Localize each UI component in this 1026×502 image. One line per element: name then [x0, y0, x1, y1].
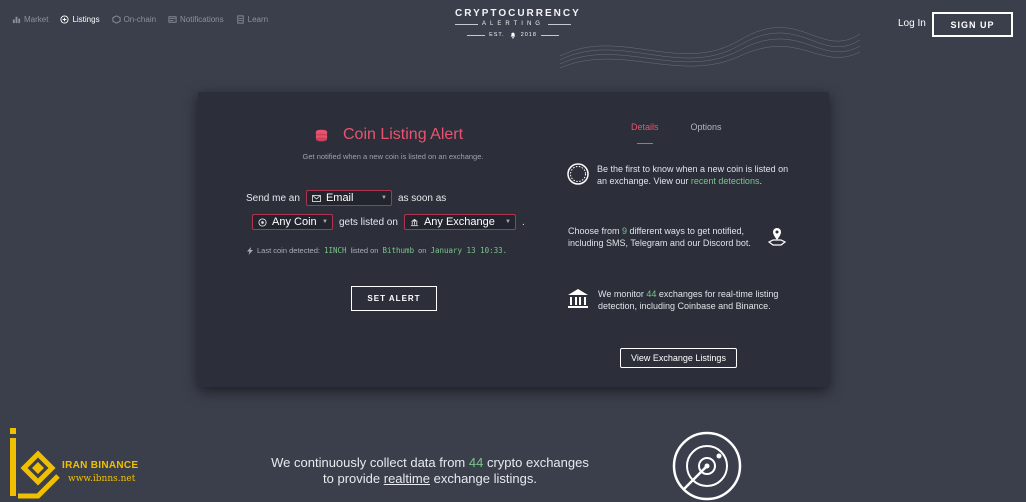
- tagline-text: exchange listings.: [430, 471, 537, 486]
- coin-select[interactable]: Any Coin ▼: [252, 214, 333, 230]
- bar-chart-icon: [12, 16, 21, 24]
- tagline-line1: We continuously collect data from 44 cry…: [220, 455, 640, 471]
- exchange-select-value: Any Exchange: [423, 216, 495, 228]
- tagline-line2: to provide realtime exchange listings.: [220, 471, 640, 487]
- bank-building-icon: [568, 289, 588, 308]
- alert-sentence-line1: Send me an Email ▼ as soon as: [246, 190, 446, 206]
- feature-text-end: .: [759, 176, 762, 186]
- nav-item-label: Notifications: [180, 15, 224, 24]
- details-tabs: Details Options: [631, 122, 722, 144]
- page-subtitle: Get notified when a new coin is listed o…: [302, 152, 484, 161]
- realtime-link[interactable]: realtime: [384, 471, 430, 486]
- map-pin-icon: [767, 228, 787, 246]
- last-coin[interactable]: 1INCH: [324, 246, 347, 255]
- last-time: January 13 10:33.: [430, 246, 508, 255]
- coin-stack-icon: [315, 129, 328, 141]
- feature-text: We monitor: [598, 289, 647, 299]
- radar-icon: [672, 431, 742, 501]
- nav-item-onchain[interactable]: On-chain: [112, 15, 156, 24]
- iran-binance-logo: [10, 428, 60, 499]
- page-title: Coin Listing Alert: [343, 126, 464, 143]
- sentence-text: as soon as: [397, 192, 447, 204]
- feature-notify-ways: Choose from 9 different ways to get noti…: [568, 225, 763, 249]
- message-icon: [168, 16, 177, 23]
- view-exchange-listings-button[interactable]: View Exchange Listings: [620, 348, 737, 368]
- sentence-period: .: [521, 216, 525, 228]
- top-navbar: Market Listings On-chain Notifications L…: [0, 0, 1026, 69]
- nav-item-label: Learn: [247, 15, 269, 24]
- brand-est-row: EST. 2018: [455, 31, 571, 39]
- nav-item-label: Market: [24, 15, 49, 24]
- set-alert-button[interactable]: SET ALERT: [351, 286, 437, 311]
- chevron-down-icon: ▼: [380, 195, 387, 201]
- feature-monitor-exchanges: We monitor 44 exchanges for real-time li…: [598, 288, 798, 312]
- tagline-text: crypto exchanges: [483, 455, 589, 470]
- nav-item-label: Listings: [72, 15, 100, 24]
- nav-item-notifications[interactable]: Notifications: [168, 15, 224, 24]
- nav-item-label: On-chain: [123, 15, 157, 24]
- method-select[interactable]: Email ▼: [305, 190, 392, 206]
- title-row: Coin Listing Alert: [314, 126, 463, 144]
- document-icon: [236, 15, 244, 24]
- on-text: on: [418, 246, 427, 255]
- exchange-count-bottom: 44: [468, 455, 484, 470]
- alert-card: Coin Listing Alert Get notified when a n…: [198, 92, 829, 387]
- last-detected-label: Last coin detected:: [257, 246, 320, 255]
- tagline-text: to provide: [323, 471, 384, 486]
- coin-select-value: Any Coin: [272, 216, 317, 228]
- nav-item-market[interactable]: Market: [12, 15, 48, 24]
- nav-item-learn[interactable]: Learn: [236, 15, 268, 24]
- feature-first-to-know: Be the first to know when a new coin is …: [597, 163, 797, 187]
- bell-icon: [510, 32, 516, 39]
- brand-subtitle-row: ALERTING: [455, 21, 571, 27]
- listed-on-text: listed on: [350, 246, 379, 255]
- bottom-tagline: We continuously collect data from 44 cry…: [220, 455, 640, 487]
- last-detected-info: Last coin detected: 1INCH listed on Bith…: [247, 246, 507, 255]
- cube-icon: [112, 15, 121, 24]
- watermark-url: www.ibnns.net: [68, 474, 136, 484]
- decorative-waves: [560, 27, 860, 69]
- brand-logo[interactable]: CRYPTOCURRENCY ALERTING EST. 2018: [455, 8, 581, 39]
- tagline-text: We continuously collect data from: [271, 455, 469, 470]
- plus-circle-icon: [60, 15, 70, 24]
- brand-year: 2018: [520, 32, 537, 38]
- signup-button[interactable]: SIGN UP: [932, 12, 1013, 37]
- recent-detections-link[interactable]: recent detections: [691, 176, 760, 186]
- chevron-down-icon: ▼: [504, 219, 511, 225]
- nav-links: Market Listings On-chain Notifications L…: [12, 15, 268, 24]
- alert-sentence-line2: Any Coin ▼ gets listed on Any Exchange ▼…: [252, 214, 525, 230]
- brand-subtitle: ALERTING: [482, 21, 544, 27]
- bank-icon: [410, 218, 419, 226]
- tab-details[interactable]: Details: [631, 122, 659, 144]
- last-exchange[interactable]: Bithumb: [382, 246, 414, 255]
- nav-item-listings[interactable]: Listings: [60, 15, 100, 24]
- sentence-text: Send me an: [246, 192, 300, 204]
- envelope-icon: [312, 194, 321, 202]
- exchange-count: 44: [646, 289, 657, 299]
- brand-est: EST.: [489, 32, 505, 38]
- brand-title: CRYPTOCURRENCY: [455, 8, 581, 19]
- login-link[interactable]: Log In: [898, 18, 926, 29]
- exchange-select[interactable]: Any Exchange ▼: [403, 214, 516, 230]
- chevron-down-icon: ▼: [322, 219, 328, 225]
- alert-form-pane: Coin Listing Alert Get notified when a n…: [198, 92, 588, 387]
- coin-icon: [258, 217, 267, 227]
- method-select-value: Email: [325, 192, 354, 204]
- tab-options[interactable]: Options: [691, 122, 722, 138]
- lightning-icon: [247, 246, 253, 255]
- feature-text: Choose from: [568, 226, 623, 236]
- watermark-name: IRAN BINANCE: [62, 460, 139, 471]
- coin-outline-icon: [567, 163, 589, 185]
- sentence-text: gets listed on: [339, 216, 398, 228]
